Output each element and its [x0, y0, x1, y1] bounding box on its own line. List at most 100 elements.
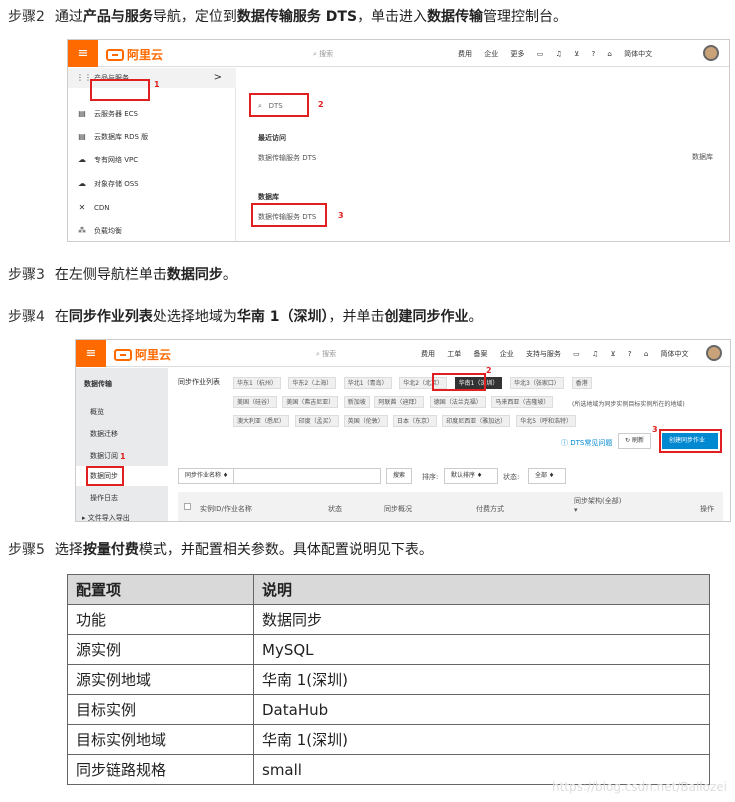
select-all-checkbox[interactable] [184, 503, 191, 510]
step-text: 。 [222, 267, 237, 283]
nav-enterprise[interactable]: 企业 [484, 50, 498, 58]
sidebar-item-vpc[interactable]: ☁ 专有网络 VPC [68, 150, 138, 170]
nav-fees[interactable]: 费用 [421, 350, 435, 358]
region-option[interactable]: 华东1（杭州） [233, 377, 281, 389]
terminal-icon[interactable]: ▭ [537, 50, 544, 58]
bell-icon[interactable]: ♫ [556, 50, 562, 58]
config-value-cell: MySQL [253, 634, 710, 665]
sidebar-item-rds[interactable]: ▤ 云数据库 RDS 版 [68, 127, 148, 147]
region-option[interactable]: 德国（法兰克福） [429, 396, 486, 408]
col-instance: 实例ID/作业名称 [200, 505, 252, 513]
region-option[interactable]: 英国（伦敦） [343, 415, 388, 427]
sidebar-item-logs[interactable]: 操作日志 [90, 488, 118, 508]
sidebar-item-slb[interactable]: ⁂ 负载均衡 [68, 221, 122, 241]
nav-enterprise[interactable]: 企业 [500, 350, 514, 358]
server-icon: ▤ [78, 109, 86, 118]
aliyun-logo[interactable]: 阿里云 [106, 46, 163, 63]
bell-icon[interactable]: ♫ [592, 350, 598, 358]
region-option[interactable]: 印度尼西亚（雅加达） [442, 415, 511, 427]
region-option[interactable]: 印度（孟买） [294, 415, 339, 427]
col-topology[interactable]: 同步架构(全部) ▾ [574, 496, 621, 514]
sidebar-label: CDN [94, 204, 110, 212]
sidebar-item-ecs[interactable]: ▤ 云服务器 ECS [68, 104, 138, 124]
filter-keyword-input[interactable] [233, 468, 381, 484]
step-emphasis: 数据传输 [427, 9, 484, 25]
recent-dts-link[interactable]: 数据传输服务 DTS [258, 153, 316, 163]
nav-support[interactable]: 支持与服务 [526, 350, 561, 358]
config-value-cell: 数据同步 [253, 604, 710, 635]
faq-link[interactable]: ⓘ DTS常见问题 [561, 438, 612, 448]
sort-select[interactable]: 默认排序 ♦ [444, 468, 498, 484]
col-status: 状态 [328, 505, 342, 513]
menu-icon[interactable]: ≡ [76, 340, 106, 367]
sidebar-item-subscription[interactable]: 数据订阅 [90, 446, 118, 466]
sidebar-item-migration[interactable]: 数据迁移 [90, 424, 118, 444]
region-option[interactable]: 新加坡 [343, 396, 370, 408]
cart-icon[interactable]: ⊻ [611, 350, 616, 358]
step-4-instruction: 步骤4 在同步作业列表处选择地域为华南 1（深圳），并单击创建同步作业。 [8, 308, 483, 326]
config-value-cell: DataHub [253, 694, 710, 725]
help-icon[interactable]: ? [591, 50, 595, 58]
nav-tickets[interactable]: 工单 [447, 350, 461, 358]
search-button[interactable]: 搜索 [386, 468, 413, 484]
home-icon[interactable]: ⌂ [644, 350, 648, 358]
avatar[interactable] [703, 45, 719, 61]
sidebar-item-overview[interactable]: 概览 [90, 402, 104, 422]
faq-text: DTS常见问题 [570, 439, 613, 447]
region-option[interactable]: 美国（硅谷） [233, 396, 278, 408]
config-table: 配置项 说明 功能 数据同步 源实例 MySQL 源实例地域 华南 1(深圳) 目标实例 Da… [67, 574, 710, 785]
region-option[interactable]: 澳大利亚（悉尼） [233, 415, 290, 427]
region-option[interactable]: 马来西亚（吉隆坡） [491, 396, 554, 408]
callout-3: 3 [338, 211, 344, 220]
nav-more[interactable]: 更多 [510, 50, 524, 58]
filter-field-select[interactable]: 同步作业名称 ♦ [178, 468, 236, 484]
menu-icon[interactable]: ≡ [68, 40, 98, 67]
region-option[interactable]: 阿联酋（迪拜） [374, 396, 425, 408]
step-label: 步骤2 [8, 9, 45, 25]
nav-fees[interactable]: 费用 [458, 50, 472, 58]
table-header-row: 配置项 说明 [67, 574, 710, 605]
language-switch[interactable]: 简体中文 [661, 350, 689, 358]
search-input[interactable]: ⌕ 搜索 [313, 49, 333, 59]
dts-sidebar: 数据传输 概览 数据迁移 数据订阅 数据同步 操作日志 ▸ 文件导入导出 [76, 368, 168, 521]
database-title: 数据库 [258, 193, 279, 201]
region-option[interactable]: 日本（东京） [393, 415, 438, 427]
callout-1: 1 [154, 80, 160, 89]
step-text: 通过 [54, 9, 83, 25]
search-input[interactable]: ⌕ 搜索 [316, 349, 336, 359]
region-option[interactable]: 华东2（上海） [288, 377, 337, 389]
step-emphasis: 按量付费 [82, 542, 139, 558]
config-item-cell: 功能 [67, 604, 254, 635]
nav-icp[interactable]: 备案 [473, 350, 487, 358]
highlight-region [432, 373, 486, 391]
sidebar-item-cdn[interactable]: ✕ CDN [68, 198, 110, 218]
aliyun-logo-icon [106, 49, 124, 61]
home-icon[interactable]: ⌂ [607, 50, 611, 58]
avatar[interactable] [706, 345, 722, 361]
region-option[interactable]: 华北1（青岛） [343, 377, 392, 389]
aliyun-logo[interactable]: 阿里云 [114, 346, 171, 363]
cart-icon[interactable]: ⊻ [574, 50, 579, 58]
status-select[interactable]: 全部 ♦ [528, 468, 566, 484]
step-text: 导航，定位到 [152, 9, 237, 25]
region-option[interactable]: 香港 [571, 377, 592, 389]
step-5-instruction: 步骤5 选择按量付费模式，并配置相关参数。具体配置说明见下表。 [8, 541, 433, 559]
step-label: 步骤3 [8, 267, 45, 283]
header-description: 说明 [253, 574, 710, 605]
region-option[interactable]: 华北3（张家口） [510, 377, 564, 389]
region-option[interactable]: 美国（弗吉尼亚） [282, 396, 339, 408]
grid-icon: ⋮⋮ [76, 73, 92, 82]
highlight-search [249, 93, 309, 117]
terminal-icon[interactable]: ▭ [573, 350, 580, 358]
highlight-dts [251, 203, 327, 227]
step-text: 在左侧导航栏单击 [54, 267, 167, 283]
region-option[interactable]: 华北5（呼和浩特） [516, 415, 577, 427]
help-icon[interactable]: ? [628, 350, 632, 358]
help-icon: ⓘ [561, 439, 568, 447]
refresh-button[interactable]: ↻ 刷新 [618, 433, 651, 449]
sidebar-item-file-import[interactable]: ▸ 文件导入导出 [82, 508, 130, 521]
recent-title: 最近访问 [258, 134, 286, 142]
sidebar-item-oss[interactable]: ☁ 对象存储 OSS [68, 174, 139, 194]
cdn-icon: ✕ [78, 203, 86, 212]
language-switch[interactable]: 简体中文 [624, 50, 652, 58]
